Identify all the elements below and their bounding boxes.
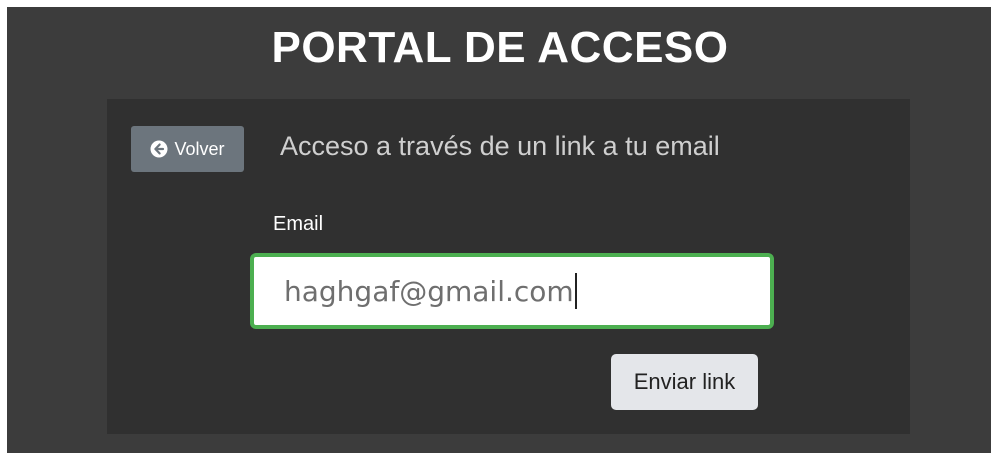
- arrow-circle-left-icon: [150, 140, 168, 158]
- send-link-button[interactable]: Enviar link: [611, 354, 758, 410]
- email-value: haghgaf@gmail.com: [284, 274, 574, 308]
- page-title: PORTAL DE ACCESO: [271, 23, 729, 72]
- text-caret: [574, 273, 577, 309]
- card-heading: Acceso a través de un link a tu email: [280, 131, 720, 161]
- back-button[interactable]: Volver: [131, 126, 244, 172]
- back-button-label: Volver: [174, 138, 225, 159]
- email-field[interactable]: haghgaf@gmail.com: [250, 253, 774, 329]
- email-label: Email: [273, 213, 324, 235]
